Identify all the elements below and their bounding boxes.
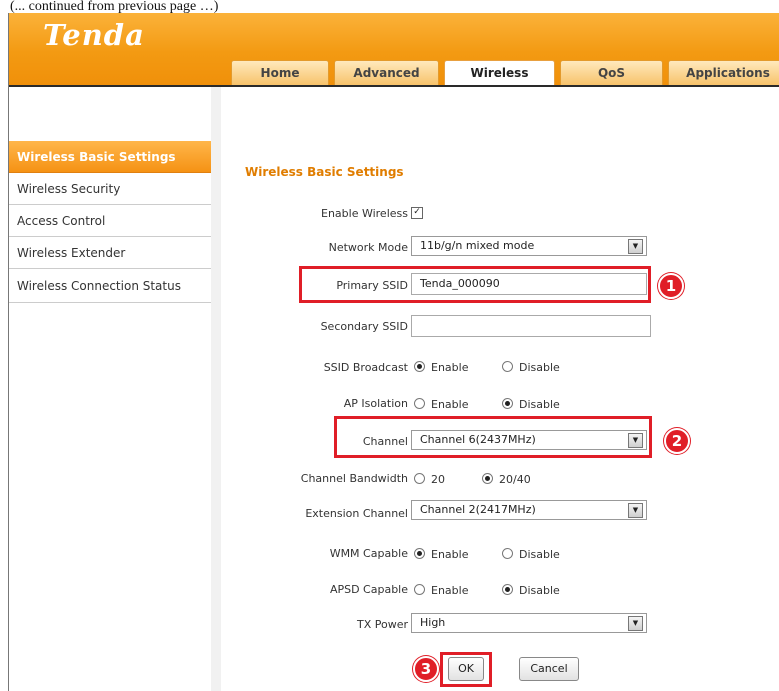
radio-label: Enable	[431, 361, 469, 374]
tx-power-label: TX Power	[356, 618, 408, 631]
tab-home[interactable]: Home	[231, 60, 329, 85]
network-mode-select[interactable]: 11b/g/n mixed mode ▼	[411, 236, 647, 256]
secondary-ssid-input[interactable]	[411, 315, 651, 337]
radio-label: 20/40	[499, 473, 531, 486]
ap-isolation-enable-radio[interactable]: Enable	[414, 397, 468, 411]
sidebar-item-wireless-extender[interactable]: Wireless Extender	[9, 237, 211, 269]
wmm-capable-label: WMM Capable	[329, 547, 408, 560]
radio-label: Disable	[519, 548, 560, 561]
tenda-logo: Tenda	[43, 18, 145, 52]
apsd-capable-label: APSD Capable	[329, 583, 408, 596]
radio-unselected-icon	[502, 361, 513, 372]
ok-button[interactable]: OK	[448, 657, 484, 681]
highlight-box-1	[299, 266, 651, 303]
extension-channel-label: Extension Channel	[305, 507, 408, 520]
bandwidth-20-radio[interactable]: 20	[414, 472, 445, 486]
extension-channel-value: Channel 2(2417MHz)	[420, 503, 536, 516]
router-admin-window: Tenda Home Advanced Wireless QoS Applica…	[8, 13, 779, 691]
radio-unselected-icon	[414, 584, 425, 595]
wmm-disable-radio[interactable]: Disable	[502, 547, 560, 561]
sidebar-item-wireless-basic-settings[interactable]: Wireless Basic Settings	[9, 141, 211, 173]
sidebar-item-access-control[interactable]: Access Control	[9, 205, 211, 237]
step-badge-1: 1	[658, 273, 684, 299]
dropdown-arrow-icon: ▼	[628, 503, 643, 518]
enable-wireless-checkbox[interactable]: ✓	[411, 207, 423, 219]
apsd-enable-radio[interactable]: Enable	[414, 583, 468, 597]
dropdown-arrow-icon: ▼	[628, 616, 643, 631]
sidebar: Wireless Basic Settings Wireless Securit…	[9, 103, 212, 691]
channel-bandwidth-label: Channel Bandwidth	[300, 472, 408, 485]
radio-label: Disable	[519, 398, 560, 411]
bandwidth-20-40-radio[interactable]: 20/40	[482, 472, 531, 486]
extension-channel-select[interactable]: Channel 2(2417MHz) ▼	[411, 500, 647, 520]
radio-label: Enable	[431, 398, 469, 411]
radio-selected-icon	[414, 548, 425, 559]
sidebar-item-wireless-security[interactable]: Wireless Security	[9, 173, 211, 205]
radio-label: Disable	[519, 584, 560, 597]
tx-power-select[interactable]: High ▼	[411, 613, 647, 633]
wmm-enable-radio[interactable]: Enable	[414, 547, 468, 561]
enable-wireless-label: Enable Wireless	[321, 207, 408, 220]
radio-selected-icon	[414, 361, 425, 372]
step-badge-2: 2	[664, 428, 690, 454]
tx-power-value: High	[420, 616, 446, 629]
sidebar-item-wireless-connection-status[interactable]: Wireless Connection Status	[9, 269, 211, 303]
radio-label: Disable	[519, 361, 560, 374]
apsd-disable-radio[interactable]: Disable	[502, 583, 560, 597]
tab-applications[interactable]: Applications	[668, 60, 779, 85]
sidebar-separator	[211, 87, 221, 691]
radio-selected-icon	[502, 398, 513, 409]
step-badge-3: 3	[413, 656, 439, 682]
dropdown-arrow-icon: ▼	[628, 239, 643, 254]
radio-unselected-icon	[414, 398, 425, 409]
ssid-broadcast-label: SSID Broadcast	[323, 361, 408, 374]
tab-qos[interactable]: QoS	[560, 60, 663, 85]
section-title: Wireless Basic Settings	[245, 165, 404, 179]
network-mode-value: 11b/g/n mixed mode	[420, 239, 535, 252]
ssid-broadcast-enable-radio[interactable]: Enable	[414, 360, 468, 374]
secondary-ssid-label: Secondary SSID	[320, 320, 408, 333]
radio-label: Enable	[431, 548, 469, 561]
cancel-button[interactable]: Cancel	[519, 657, 579, 681]
tab-wireless[interactable]: Wireless	[444, 60, 555, 85]
highlight-box-2	[334, 416, 652, 458]
radio-unselected-icon	[502, 548, 513, 559]
radio-selected-icon	[502, 584, 513, 595]
ap-isolation-label: AP Isolation	[343, 397, 408, 410]
radio-label: Enable	[431, 584, 469, 597]
document-continuation-text: (... continued from previous page …)	[0, 0, 779, 13]
header-bar: Tenda Home Advanced Wireless QoS Applica…	[9, 13, 779, 85]
radio-label: 20	[431, 473, 445, 486]
settings-panel: Wireless Basic Settings Enable Wireless …	[221, 87, 779, 691]
radio-selected-icon	[482, 473, 493, 484]
ssid-broadcast-disable-radio[interactable]: Disable	[502, 360, 560, 374]
tab-advanced[interactable]: Advanced	[334, 60, 439, 85]
radio-unselected-icon	[414, 473, 425, 484]
network-mode-label: Network Mode	[328, 241, 408, 254]
ap-isolation-disable-radio[interactable]: Disable	[502, 397, 560, 411]
